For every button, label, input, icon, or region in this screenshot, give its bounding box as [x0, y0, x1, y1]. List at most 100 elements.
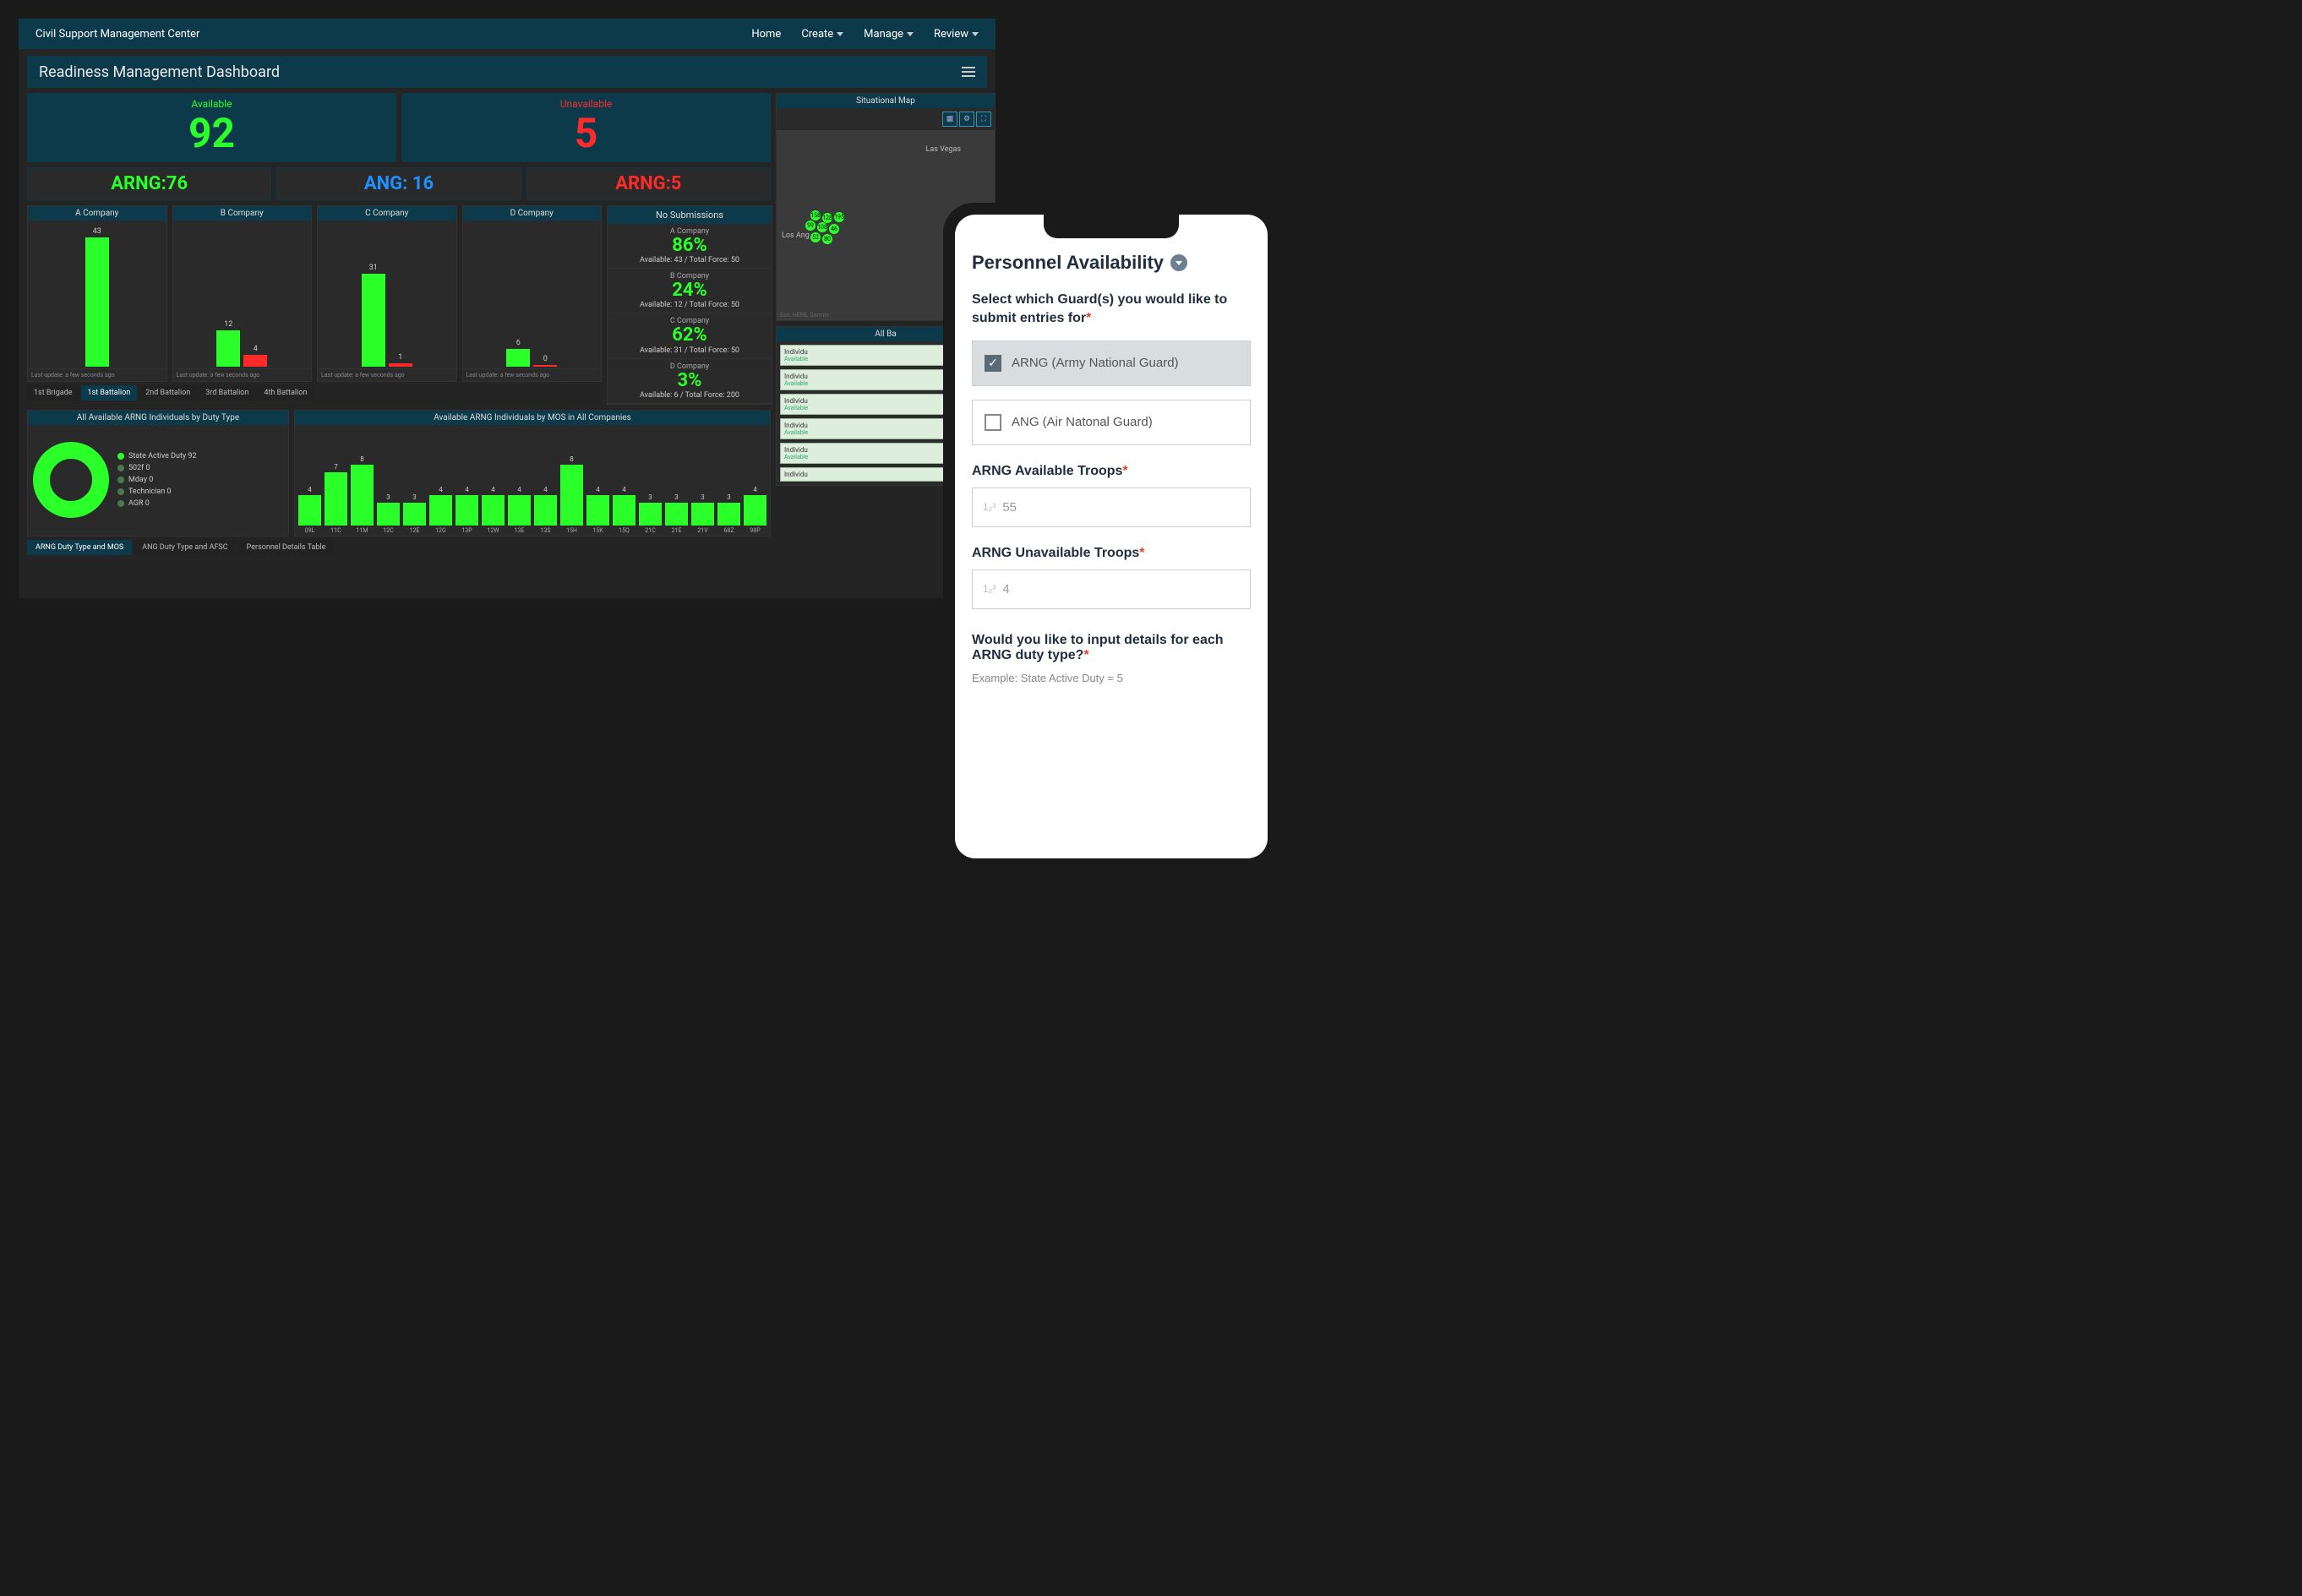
donut-chart: [33, 442, 109, 518]
mos-chart-panel: Available ARNG Individuals by MOS in All…: [294, 410, 771, 537]
chevron-down-icon: [837, 32, 843, 36]
collapse-icon[interactable]: [1170, 254, 1187, 271]
mos-bar: 321C: [639, 493, 662, 534]
mos-bar: 321V: [691, 493, 714, 534]
company-chart: B Company124Last update: a few seconds a…: [172, 205, 313, 382]
guard-select-prompt: Select which Guard(s) you would like to …: [972, 291, 1251, 329]
main-nav: Home Create Manage Review: [751, 28, 979, 41]
gear-icon[interactable]: ⚙: [959, 112, 974, 127]
mos-bar-chart: 409L711C811M312C312E412G413P412W413E413S…: [295, 425, 770, 536]
unavailable-label: Unavailable: [401, 98, 771, 110]
ang-count: ANG: 16: [276, 167, 521, 200]
phone-screen: Personnel Availability Select which Guar…: [955, 215, 1268, 858]
map-attribution: Esri, HERE, Garmin: [780, 312, 829, 319]
detail-prompt: Would you like to input details for each…: [972, 633, 1251, 663]
battalion-tab[interactable]: 2nd Battalion: [139, 385, 197, 400]
battalion-tab[interactable]: 4th Battalion: [257, 385, 314, 400]
mos-bar: 312C: [377, 493, 400, 534]
battalion-tab[interactable]: 3rd Battalion: [199, 385, 255, 400]
company-tabs: 1st Brigade1st Battalion2nd Battalion3rd…: [27, 385, 602, 400]
unavail-troops-input[interactable]: 1₂³ 4: [972, 569, 1251, 609]
duty-donut-title: All Available ARNG Individuals by Duty T…: [28, 411, 288, 425]
mos-bar: 711C: [325, 463, 347, 534]
legend-item: State Active Duty 92: [117, 452, 197, 460]
arng-count: ARNG:76: [27, 167, 271, 200]
mos-bar: 409L: [298, 486, 321, 534]
monitor-stand: [439, 617, 575, 735]
nosub-item: B Company24%Available: 12 / Total Force:…: [608, 269, 772, 313]
available-value: 92: [27, 113, 396, 154]
mos-bar: 321E: [665, 493, 688, 534]
legend-item: Technician 0: [117, 488, 197, 496]
form-title: Personnel Availability: [972, 252, 1251, 274]
guard-option[interactable]: ✓ARNG (Army National Guard): [972, 340, 1251, 386]
avail-troops-label: ARNG Available Troops*: [972, 464, 1251, 479]
mos-bar: 368Z: [717, 493, 740, 534]
bottom-tab[interactable]: ARNG Duty Type and MOS: [27, 540, 132, 555]
menu-icon[interactable]: [962, 67, 975, 77]
map-cluster: 158 128 195 99 108 46 52 80: [802, 210, 853, 253]
mos-bar: 498P: [744, 486, 766, 534]
nav-manage[interactable]: Manage: [864, 28, 914, 41]
legend-item: Mday 0: [117, 476, 197, 484]
chevron-down-icon: [972, 32, 979, 36]
guard-option[interactable]: ANG (Air Natonal Guard): [972, 400, 1251, 445]
monitor-frame: Civil Support Management Center Home Cre…: [0, 0, 1014, 828]
legend-item: 502f 0: [117, 464, 197, 472]
main-column: Available 92 Unavailable 5 ARNG:76 ANG: …: [27, 93, 771, 537]
nosub-item: D Company3%Available: 6 / Total Force: 2…: [608, 359, 772, 404]
company-charts: A Company43Last update: a few seconds ag…: [27, 205, 602, 382]
unavail-troops-label: ARNG Unavailable Troops*: [972, 546, 1251, 561]
mos-bar: 413E: [508, 486, 531, 534]
expand-icon[interactable]: ⛶: [976, 112, 991, 127]
mos-bar: 415Q: [613, 486, 636, 534]
nav-home[interactable]: Home: [751, 28, 781, 41]
phone-frame: Personnel Availability Select which Guar…: [943, 203, 1279, 870]
number-icon: 1₂³: [983, 583, 996, 595]
top-bar: Civil Support Management Center Home Cre…: [19, 19, 996, 49]
nosub-item: A Company86%Available: 43 / Total Force:…: [608, 224, 772, 269]
company-chart: D Company60Last update: a few seconds ag…: [462, 205, 603, 382]
company-chart: C Company311Last update: a few seconds a…: [317, 205, 457, 382]
dashboard-title-bar: Readiness Management Dashboard: [27, 56, 987, 88]
mos-bar: 412G: [429, 486, 452, 534]
detail-example: Example: State Active Duty = 5: [972, 672, 1251, 684]
no-submissions-title: No Submissions: [608, 206, 772, 224]
app-screen: Civil Support Management Center Home Cre…: [0, 0, 1014, 617]
mos-bar: 312E: [403, 493, 426, 534]
app-title: Civil Support Management Center: [35, 28, 199, 41]
layers-icon[interactable]: ▦: [942, 112, 957, 127]
chevron-down-icon: [907, 32, 914, 36]
bottom-tabs: ARNG Duty Type and MOSANG Duty Type and …: [27, 540, 987, 555]
phone-notch: [1044, 215, 1179, 238]
duty-donut-panel: All Available ARNG Individuals by Duty T…: [27, 410, 289, 537]
monitor-base: [330, 735, 685, 765]
nav-create[interactable]: Create: [801, 28, 843, 41]
bottom-tab[interactable]: Personnel Details Table: [238, 540, 335, 555]
mos-bar: 811M: [351, 455, 374, 534]
avail-troops-input[interactable]: 1₂³ 55: [972, 488, 1251, 527]
map-title: Situational Map: [777, 94, 995, 108]
map-label-vegas: Las Vegas: [925, 145, 961, 154]
mos-bar: 815H: [560, 455, 583, 534]
unavailable-metric: Unavailable 5: [401, 93, 771, 162]
unavailable-value: 5: [401, 113, 771, 154]
available-metric: Available 92: [27, 93, 396, 162]
arng-unavail-count: ARNG:5: [526, 167, 771, 200]
mos-bar: 413P: [455, 486, 478, 534]
number-icon: 1₂³: [983, 501, 996, 513]
battalion-tab[interactable]: 1st Brigade: [27, 385, 79, 400]
no-submissions-panel: No Submissions A Company86%Available: 43…: [607, 205, 772, 405]
battalion-tab[interactable]: 1st Battalion: [81, 385, 138, 400]
nosub-item: C Company62%Available: 31 / Total Force:…: [608, 313, 772, 358]
mos-bar: 415K: [586, 486, 609, 534]
available-label: Available: [27, 98, 396, 110]
bottom-tab[interactable]: ANG Duty Type and AFSC: [134, 540, 236, 555]
nav-review[interactable]: Review: [934, 28, 979, 41]
legend-item: AGR 0: [117, 499, 197, 508]
company-chart: A Company43Last update: a few seconds ag…: [27, 205, 167, 382]
dashboard-title: Readiness Management Dashboard: [39, 63, 280, 81]
donut-legend: State Active Duty 92 502f 0 Mday 0 Technici…: [117, 452, 197, 508]
mos-chart-title: Available ARNG Individuals by MOS in All…: [295, 411, 770, 425]
mos-bar: 412W: [482, 486, 505, 534]
